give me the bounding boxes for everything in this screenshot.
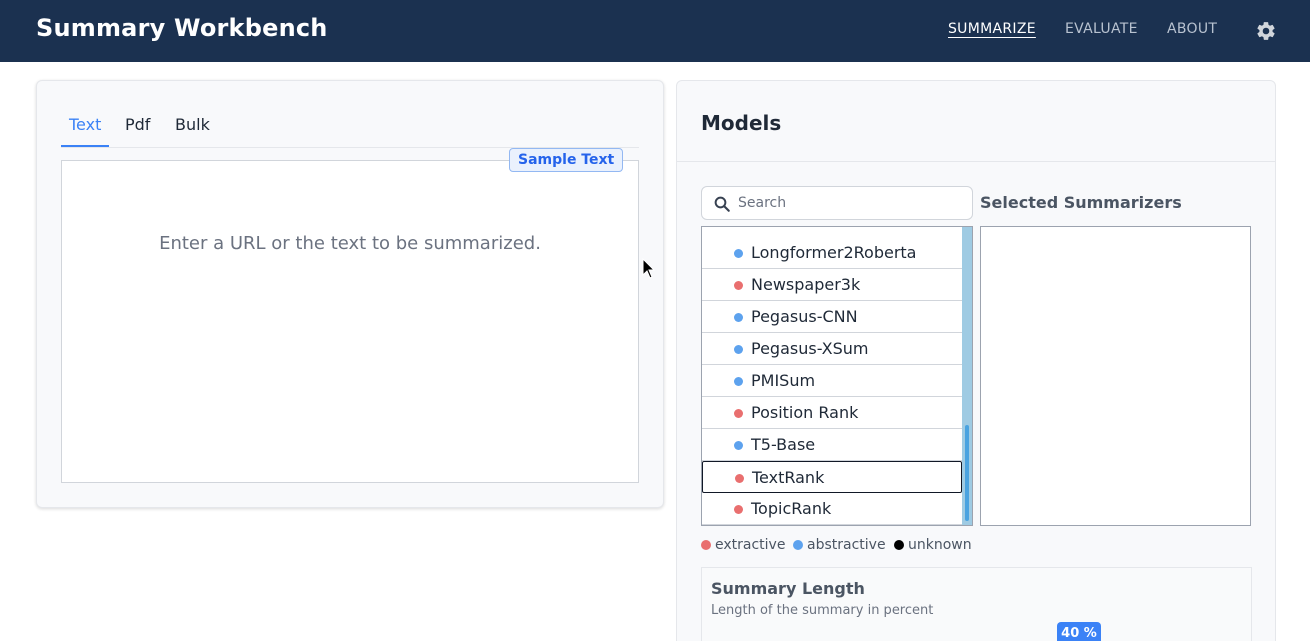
extractive-dot-icon — [734, 281, 743, 290]
model-item[interactable]: PMISum — [702, 365, 962, 397]
tab-bulk[interactable]: Bulk — [175, 115, 210, 134]
model-item[interactable]: TextRank — [702, 461, 962, 493]
active-tab-indicator — [61, 145, 109, 147]
abstractive-dot-icon — [734, 377, 743, 386]
extractive-dot-icon — [734, 409, 743, 418]
model-item[interactable]: Newspaper3k — [702, 269, 962, 301]
model-item-label: TopicRank — [751, 499, 832, 518]
nav-about[interactable]: ABOUT — [1167, 21, 1217, 37]
selected-summarizers-list[interactable] — [980, 226, 1251, 526]
tab-text[interactable]: Text — [69, 115, 101, 134]
summary-text-input[interactable]: Enter a URL or the text to be summarized… — [61, 160, 639, 483]
tab-pdf[interactable]: Pdf — [125, 115, 150, 134]
model-list[interactable]: TopicRank TextRank T5-Base Position Rank PMI… — [701, 226, 973, 526]
model-item-label: T5-Base — [751, 435, 816, 454]
model-item-label: Longformer2Roberta — [751, 243, 917, 262]
summary-length-value-badge[interactable]: 40 % — [1057, 622, 1101, 641]
model-item-label: Newspaper3k — [751, 275, 861, 294]
extractive-dot-icon — [701, 540, 711, 550]
summary-length-description: Length of the summary in percent — [711, 603, 934, 618]
models-divider — [677, 161, 1275, 162]
mouse-cursor-icon — [642, 258, 656, 279]
model-item[interactable]: Pegasus-XSum — [702, 333, 962, 365]
model-item-label: Pegasus-CNN — [751, 307, 858, 326]
extractive-dot-icon — [734, 505, 743, 514]
selected-summarizers-title: Selected Summarizers — [980, 193, 1182, 212]
legend-extractive-label: extractive — [715, 537, 786, 553]
model-search-input[interactable]: Search — [701, 186, 973, 220]
unknown-dot-icon — [894, 540, 904, 550]
gear-icon[interactable] — [1255, 20, 1277, 42]
extractive-dot-icon — [735, 474, 744, 483]
summary-length-title: Summary Length — [711, 579, 865, 598]
legend-abstractive-label: abstractive — [807, 537, 886, 553]
model-item[interactable]: Pegasus-CNN — [702, 301, 962, 333]
search-placeholder: Search — [738, 195, 787, 211]
nav-evaluate[interactable]: EVALUATE — [1065, 21, 1138, 37]
model-item[interactable]: TopicRank — [702, 493, 962, 525]
abstractive-dot-icon — [734, 249, 743, 258]
abstractive-dot-icon — [793, 540, 803, 550]
abstractive-dot-icon — [734, 441, 743, 450]
model-item-label: Pegasus-XSum — [751, 339, 869, 358]
nav-summarize[interactable]: SUMMARIZE — [948, 21, 1036, 37]
model-item-label: TextRank — [752, 468, 825, 487]
model-item[interactable]: Position Rank — [702, 397, 962, 429]
model-item-label: Position Rank — [751, 403, 859, 422]
models-card: Models Search Selected Summarizers Topic… — [676, 80, 1276, 641]
model-list-scrollbar[interactable] — [962, 227, 972, 525]
search-icon — [714, 196, 730, 212]
models-title: Models — [701, 111, 782, 135]
text-input-placeholder: Enter a URL or the text to be summarized… — [159, 233, 541, 254]
abstractive-dot-icon — [734, 313, 743, 322]
top-navbar: Summary Workbench SUMMARIZE EVALUATE ABO… — [0, 0, 1310, 62]
input-card: Text Pdf Bulk Enter a URL or the text to… — [36, 80, 664, 508]
abstractive-dot-icon — [734, 345, 743, 354]
app-title[interactable]: Summary Workbench — [36, 14, 328, 42]
model-item[interactable]: Longformer2Roberta — [702, 237, 962, 269]
scrollbar-thumb[interactable] — [965, 425, 969, 521]
summary-length-section: Summary Length Length of the summary in … — [701, 567, 1252, 641]
legend-unknown-label: unknown — [908, 537, 972, 553]
model-item[interactable]: T5-Base — [702, 429, 962, 461]
sample-text-button[interactable]: Sample Text — [509, 148, 624, 172]
model-item-label: PMISum — [751, 371, 816, 390]
